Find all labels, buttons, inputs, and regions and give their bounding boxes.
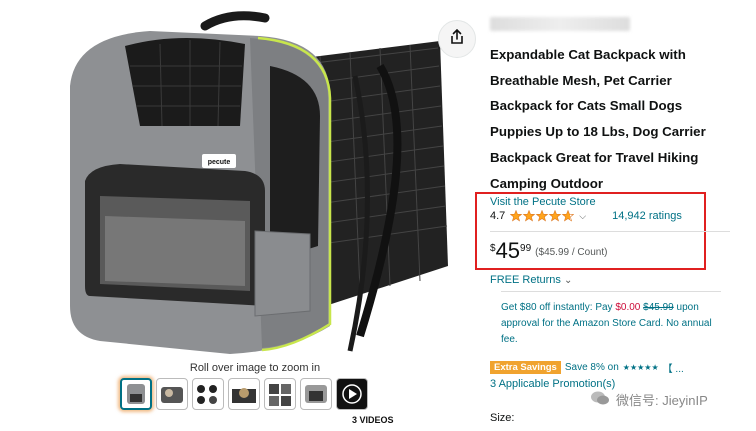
thumbnail-6[interactable] (300, 378, 332, 410)
star-icon (561, 210, 575, 222)
chevron-down-icon: ⌄ (563, 275, 573, 286)
price-per-unit: ($45.99 / Count) (535, 247, 608, 258)
watermark: 微信号: JieyinIP (590, 390, 708, 409)
star-icon (548, 210, 562, 222)
thumbnail-5[interactable] (264, 378, 296, 410)
store-link[interactable]: Visit the Pecute Store (490, 196, 596, 208)
star-icon (510, 210, 523, 222)
price: $ 45 99 ($45.99 / Count) (490, 240, 607, 262)
thumbnail-video[interactable] (336, 378, 368, 410)
star-rating[interactable] (510, 210, 575, 222)
star-icon: ★★★★★ (622, 363, 659, 372)
thumbnail-3[interactable] (192, 378, 224, 410)
zoom-hint: Roll over image to zoom in (189, 362, 321, 374)
returns-label: FREE Returns (490, 274, 561, 286)
watermark-text: 微信号: JieyinIP (616, 393, 708, 408)
extra-savings-bracket: 【 ... (662, 364, 684, 375)
extra-savings-badge: Extra Savings (490, 361, 561, 374)
thumbnail-4[interactable] (228, 378, 260, 410)
product-title: Expandable Cat Backpack with Breathable … (490, 47, 706, 191)
offer-prefix: Get $80 off instantly: Pay (501, 302, 616, 313)
divider (501, 291, 721, 292)
offer-old-price: $45.99 (643, 302, 674, 313)
extra-savings[interactable]: Extra Savings Save 8% on ★★★★★ 【 ... (490, 360, 684, 375)
promotions-link[interactable]: 3 Applicable Promotion(s) (490, 378, 615, 390)
videos-label: 3 VIDEOS (352, 415, 394, 425)
extra-savings-text: Save 8% on (564, 362, 619, 373)
chevron-down-icon[interactable]: ⌵ (579, 211, 586, 222)
store-card-offer[interactable]: Get $80 off instantly: Pay $0.00 $45.99 … (501, 300, 731, 348)
share-icon (450, 28, 464, 50)
thumbnail-strip (120, 378, 368, 410)
play-icon (342, 384, 362, 404)
divider (490, 231, 730, 232)
thumbnail-2[interactable] (156, 378, 188, 410)
price-whole: 45 (495, 238, 521, 263)
share-button[interactable] (438, 20, 476, 58)
rating-row: 4.7 ⌵ 14,942 ratings (490, 210, 682, 222)
free-returns-link[interactable]: FREE Returns ⌄ (490, 274, 572, 286)
offer-new-price: $0.00 (615, 302, 641, 313)
rating-value: 4.7 (490, 210, 506, 222)
price-fraction: 99 (520, 243, 532, 254)
wechat-icon (590, 390, 610, 409)
thumbnail-1[interactable] (120, 378, 152, 410)
product-main-image[interactable]: pecute (30, 6, 460, 361)
size-label: Size: (490, 412, 515, 424)
brand-logo-text: pecute (208, 159, 231, 166)
star-icon (522, 210, 536, 222)
brand-name-blurred (490, 17, 630, 31)
star-icon (535, 210, 549, 222)
ratings-count-link[interactable]: 14,942 ratings (612, 210, 682, 222)
